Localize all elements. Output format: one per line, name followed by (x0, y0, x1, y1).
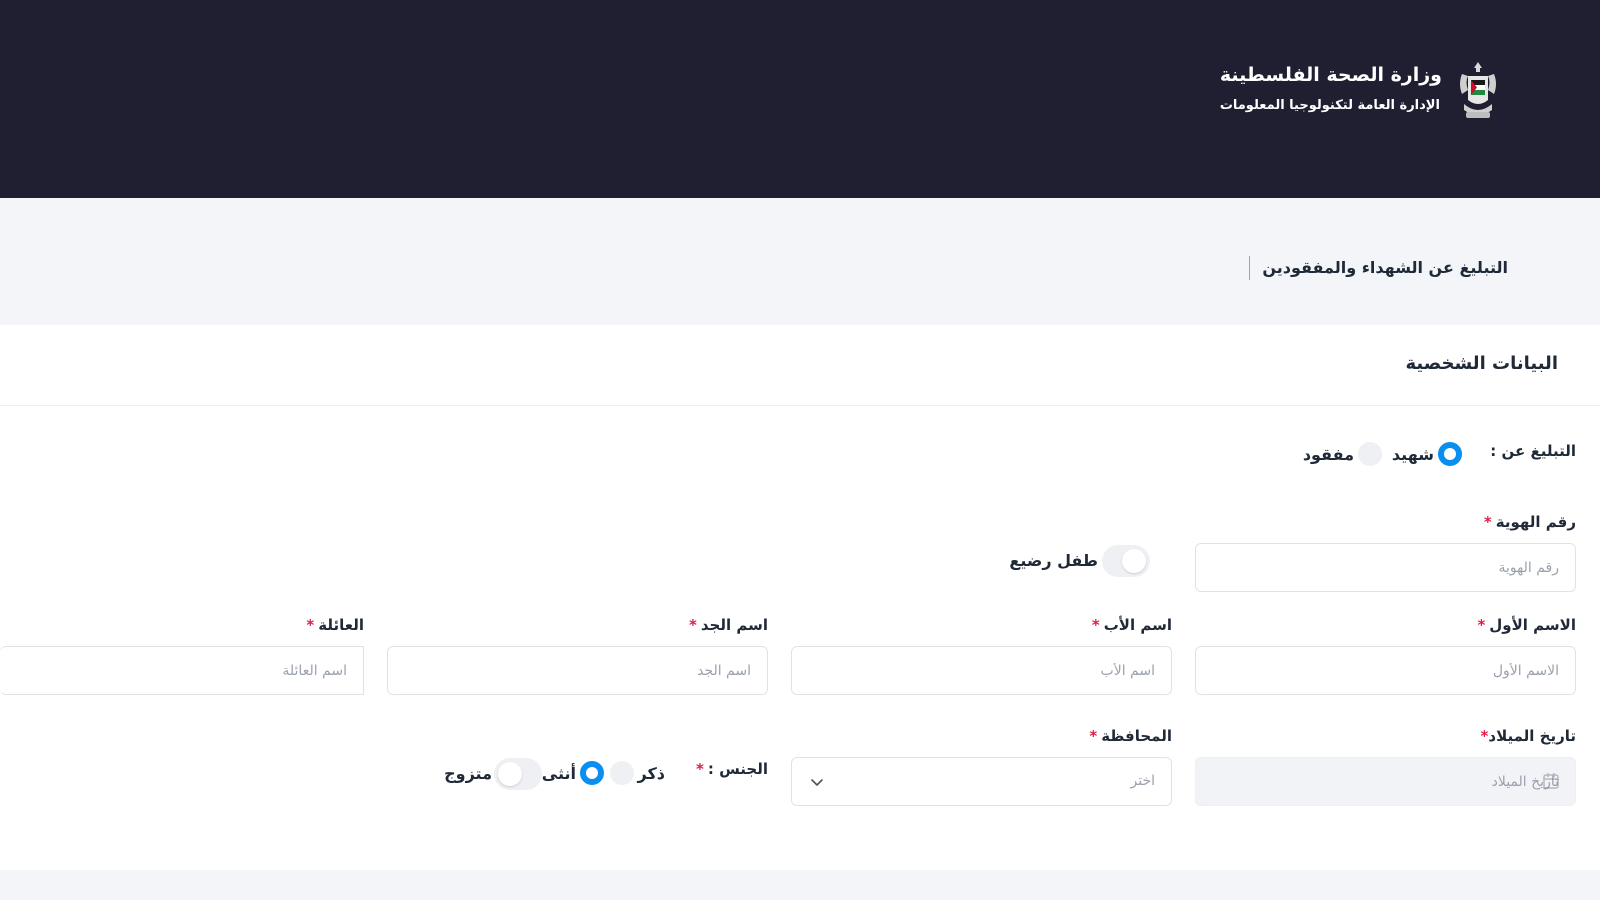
governorate-select[interactable]: اختر (791, 757, 1172, 806)
page-footer-band (0, 870, 1600, 900)
birth-date-input[interactable] (1195, 757, 1576, 806)
radio-male[interactable] (609, 761, 634, 785)
infant-label: طفل رضيع (1009, 551, 1098, 570)
required-mark: * (1483, 513, 1492, 531)
radio-female[interactable] (580, 761, 604, 785)
brand: وزارة الصحة الفلسطينة الإدارة العامة لتك… (1220, 60, 1500, 122)
report-type-label: التبليغ عن : (1490, 442, 1576, 460)
card-header: البيانات الشخصية (0, 325, 1600, 406)
required-mark: * (696, 760, 704, 778)
first-name-label: الاسم الأول* (1477, 616, 1576, 634)
father-name-label: اسم الأب* (1092, 616, 1172, 634)
gender-label-text: الجنس : (707, 760, 768, 778)
radio-option-female[interactable]: أنثى (542, 761, 604, 785)
radio-option-male[interactable]: ذكر (609, 761, 665, 785)
grandfather-name-label-text: اسم الجد (700, 616, 768, 634)
toggle-knob (498, 762, 522, 786)
section-title: البيانات الشخصية (1405, 353, 1558, 374)
palestine-emblem-icon (1460, 62, 1496, 118)
required-mark: * (1477, 616, 1486, 634)
page-title-strip: التبليغ عن الشهداء والمفقودين (0, 198, 1600, 325)
first-name-label-text: الاسم الأول (1489, 616, 1576, 634)
required-mark: * (1089, 727, 1098, 745)
family-name-label: العائلة* (306, 616, 364, 634)
married-toggle[interactable] (494, 758, 542, 790)
ministry-title: وزارة الصحة الفلسطينة (1219, 64, 1442, 86)
governorate-select-value: اختر (1130, 773, 1156, 789)
radio-martyr-label: شهيد (1391, 444, 1434, 464)
department-subtitle: الإدارة العامة لتكنولوجيا المعلومات (1219, 98, 1440, 113)
first-name-input[interactable] (1195, 646, 1576, 695)
id-number-label-text: رقم الهوية (1495, 513, 1576, 531)
radio-missing-label: مفقود (1302, 444, 1354, 464)
father-name-label-text: اسم الأب (1103, 616, 1172, 634)
family-name-label-text: العائلة (318, 616, 364, 634)
required-mark: * (306, 616, 315, 634)
birth-date-wrapper (1195, 757, 1576, 806)
family-name-input[interactable] (0, 646, 364, 695)
gender-label: الجنس :* (696, 760, 768, 778)
birth-date-label-text: تاريخ الميلاد (1488, 727, 1576, 745)
radio-male-label: ذكر (637, 763, 665, 783)
id-number-input[interactable] (1195, 543, 1576, 592)
governorate-label-text: المحافظة (1101, 727, 1172, 745)
brand-text: وزارة الصحة الفلسطينة الإدارة العامة لتك… (1220, 60, 1442, 113)
radio-option-martyr[interactable]: شهيد (1392, 442, 1462, 466)
birth-date-label: تاريخ الميلاد* (1481, 727, 1576, 745)
radio-missing[interactable] (1358, 442, 1382, 466)
radio-female-label: أنثى (541, 763, 576, 783)
top-header: وزارة الصحة الفلسطينة الإدارة العامة لتك… (0, 0, 1600, 198)
married-label: متزوج (444, 764, 492, 783)
page-title: التبليغ عن الشهداء والمفقودين (1249, 256, 1508, 280)
radio-martyr[interactable] (1438, 442, 1462, 466)
radio-option-missing[interactable]: مفقود (1303, 442, 1382, 466)
chevron-down-icon (811, 779, 823, 786)
calendar-icon (1543, 773, 1559, 789)
governorate-label: المحافظة* (1089, 727, 1172, 745)
father-name-input[interactable] (791, 646, 1172, 695)
required-mark: * (1091, 616, 1100, 634)
grandfather-name-input[interactable] (387, 646, 768, 695)
toggle-knob (1122, 549, 1146, 573)
infant-toggle[interactable] (1102, 545, 1150, 577)
required-mark: * (689, 616, 697, 634)
grandfather-name-label: اسم الجد* (689, 616, 768, 634)
id-number-label: رقم الهوية* (1484, 513, 1576, 531)
